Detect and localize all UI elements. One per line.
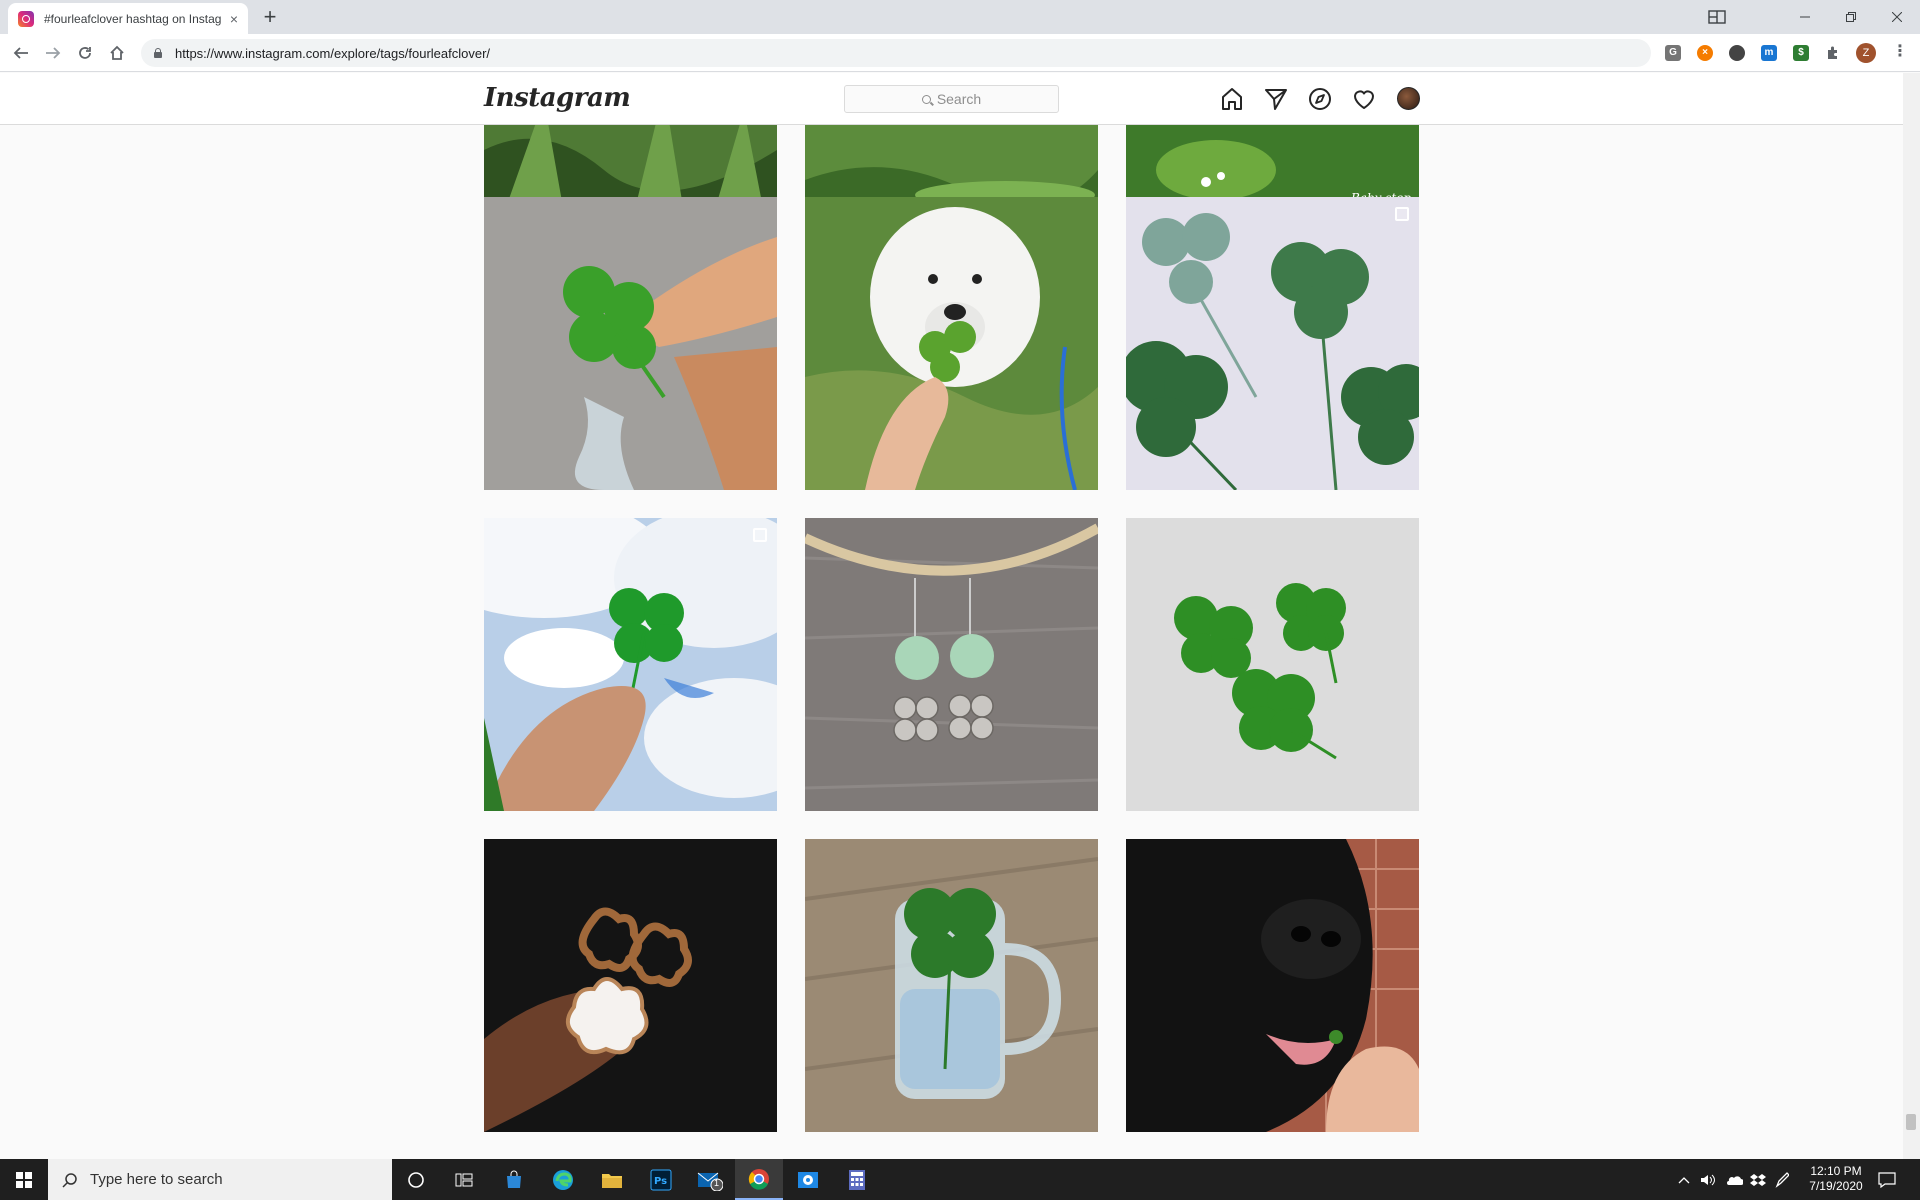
chrome-menu-icon[interactable]: ⋮ [1892, 44, 1908, 61]
mail-icon[interactable]: 1 [686, 1159, 734, 1200]
edge-icon[interactable] [539, 1159, 587, 1200]
post-thumbnail[interactable] [484, 197, 777, 490]
control-panel-icon[interactable] [784, 1159, 832, 1200]
taskbar-search-input[interactable]: Type here to search [48, 1159, 392, 1200]
volume-icon[interactable] [1700, 1159, 1716, 1200]
start-button[interactable] [0, 1159, 48, 1200]
post-thumbnail[interactable] [1126, 839, 1419, 1132]
profile-avatar[interactable]: Z [1856, 43, 1876, 63]
back-icon[interactable] [9, 41, 33, 65]
pen-icon[interactable] [1775, 1159, 1789, 1200]
browser-toolbar: https://www.instagram.com/explore/tags/f… [0, 34, 1920, 72]
page-viewport: Instagram Search Baby step [0, 73, 1903, 1159]
page-scrollbar[interactable] [1903, 73, 1920, 1159]
tab-close-icon[interactable]: × [230, 11, 238, 27]
minimize-icon[interactable] [1782, 0, 1828, 34]
post-thumbnail[interactable] [484, 518, 777, 811]
extension-circle-icon[interactable] [1729, 45, 1745, 61]
multiple-posts-icon [753, 528, 767, 542]
notifications-icon[interactable] [1878, 1159, 1896, 1200]
instagram-header: Instagram Search [0, 73, 1903, 125]
system-clock[interactable]: 12:10 PM 7/19/2020 [1796, 1164, 1876, 1194]
instagram-logo[interactable]: Instagram [484, 83, 631, 113]
forward-icon[interactable] [41, 41, 65, 65]
close-window-icon[interactable] [1874, 0, 1920, 34]
direct-icon[interactable] [1263, 86, 1289, 112]
reload-icon[interactable] [73, 41, 97, 65]
home-icon[interactable] [1219, 86, 1245, 112]
post-thumbnail[interactable] [805, 839, 1098, 1132]
photoshop-icon[interactable]: Ps [637, 1159, 685, 1200]
show-hidden-icons-icon[interactable] [1678, 1159, 1690, 1200]
address-bar[interactable]: https://www.instagram.com/explore/tags/f… [141, 39, 1651, 67]
post-thumbnail[interactable] [1126, 518, 1419, 811]
new-tab-button[interactable]: + [258, 6, 282, 30]
extension-m-icon[interactable]: m [1761, 45, 1777, 61]
extension-s-icon[interactable]: $ [1793, 45, 1809, 61]
multiple-posts-icon [1395, 207, 1409, 221]
calculator-icon[interactable] [833, 1159, 881, 1200]
taskbar-search-placeholder: Type here to search [90, 1171, 223, 1188]
tab-search-icon[interactable] [1694, 0, 1740, 34]
file-explorer-icon[interactable] [588, 1159, 636, 1200]
search-input[interactable]: Search [844, 85, 1059, 113]
post-thumbnail[interactable] [484, 839, 777, 1132]
tab-title: #fourleafclover hashtag on Instagram [44, 11, 222, 26]
extension-g-icon[interactable]: G [1665, 45, 1681, 61]
post-thumbnail[interactable] [805, 197, 1098, 490]
restore-icon[interactable] [1828, 0, 1874, 34]
store-icon[interactable] [490, 1159, 538, 1200]
svg-text:Ps: Ps [654, 1176, 667, 1187]
url-text: https://www.instagram.com/explore/tags/f… [175, 45, 491, 61]
cortana-icon[interactable] [392, 1159, 440, 1200]
onedrive-icon[interactable] [1725, 1159, 1743, 1200]
search-placeholder: Search [936, 91, 982, 107]
chrome-taskbar-icon[interactable] [735, 1159, 783, 1200]
search-icon [921, 94, 931, 104]
windows-taskbar: Type here to search Ps 1 12:10 PM 7/19/2… [0, 1159, 1920, 1200]
task-view-icon[interactable] [440, 1159, 488, 1200]
dropbox-icon[interactable] [1750, 1159, 1766, 1200]
clock-date: 7/19/2020 [1809, 1179, 1863, 1193]
user-avatar[interactable] [1397, 87, 1420, 110]
post-thumbnail[interactable] [1126, 197, 1419, 490]
lock-icon[interactable] [153, 48, 163, 58]
scrollbar-thumb[interactable] [1906, 1114, 1916, 1130]
post-thumbnail[interactable] [805, 518, 1098, 811]
activity-icon[interactable] [1351, 86, 1377, 112]
windows-logo-icon [16, 1171, 32, 1188]
mail-badge: 1 [714, 1178, 720, 1188]
extensions-puzzle-icon[interactable] [1825, 45, 1841, 61]
instagram-favicon-icon [18, 10, 34, 27]
search-icon [62, 1172, 77, 1188]
browser-tab[interactable]: #fourleafclover hashtag on Instagram × [8, 3, 248, 34]
explore-icon[interactable] [1307, 86, 1333, 112]
extension-x-icon[interactable]: × [1697, 45, 1713, 61]
clock-time: 12:10 PM [1810, 1164, 1862, 1178]
browser-tab-strip: #fourleafclover hashtag on Instagram × + [0, 0, 1920, 34]
home-page-icon[interactable] [105, 41, 129, 65]
